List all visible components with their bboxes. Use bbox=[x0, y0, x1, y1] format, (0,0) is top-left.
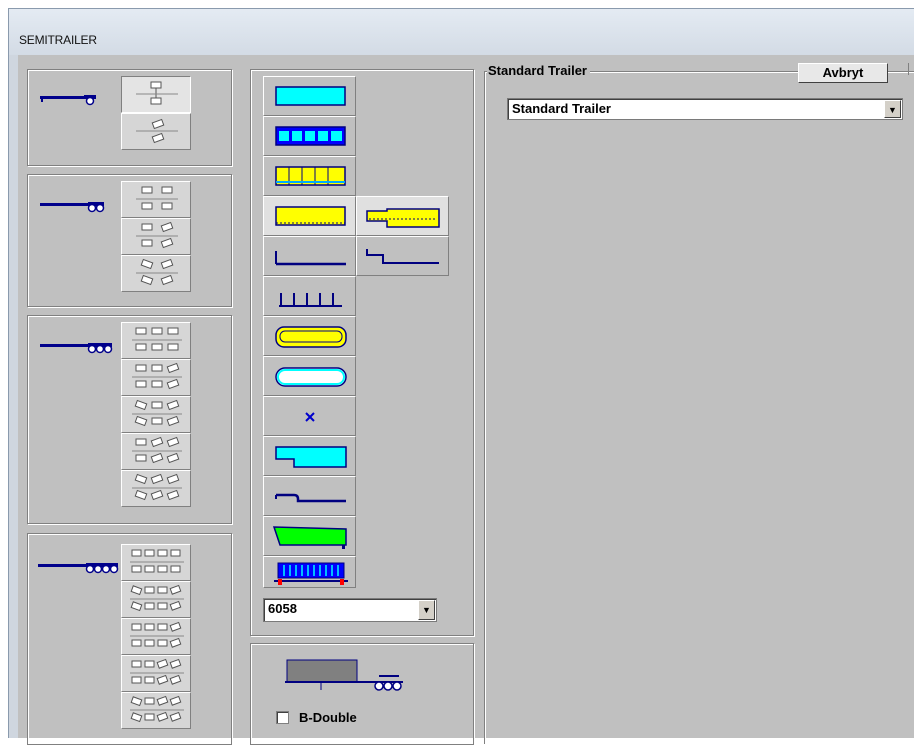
tandem-axle-trailer-icon bbox=[40, 202, 105, 213]
body-drop-deck-dropside-button[interactable] bbox=[356, 196, 449, 236]
axle-group-2 bbox=[27, 174, 232, 307]
axle-config-tri-all-steered[interactable] bbox=[121, 470, 191, 507]
axle-config-quad-rear-steered[interactable] bbox=[121, 618, 191, 655]
quad-axle-trailer-icon bbox=[38, 563, 119, 574]
axle-config-quad-outer-steered[interactable] bbox=[121, 692, 191, 729]
semitrailer-window: SEMITRAILER 6058 ▼ B-Double Standard Tra… bbox=[8, 8, 914, 745]
tri-axle-trailer-icon bbox=[40, 343, 113, 354]
chevron-down-icon[interactable]: ▼ bbox=[884, 100, 901, 118]
body-tank-yellow-button[interactable] bbox=[263, 316, 356, 356]
right-edge-marker bbox=[908, 63, 909, 75]
trailer-type-group-label: Standard Trailer bbox=[487, 63, 590, 78]
axle-config-tri-straight[interactable] bbox=[121, 322, 191, 359]
axle-config-tri-front-steered[interactable] bbox=[121, 396, 191, 433]
axle-config-tandem-straight[interactable] bbox=[121, 181, 191, 218]
axle-config-tandem-all-steered[interactable] bbox=[121, 255, 191, 292]
body-flatbed-button[interactable] bbox=[263, 236, 356, 276]
axle-config-single-steered[interactable] bbox=[121, 113, 191, 150]
client-area: 6058 ▼ B-Double Standard Trailer Avbryt … bbox=[18, 55, 914, 745]
body-type-group: 6058 ▼ bbox=[250, 69, 474, 636]
body-code-select[interactable]: 6058 ▼ bbox=[263, 598, 437, 622]
body-tank-white-button[interactable] bbox=[263, 356, 356, 396]
body-none-button[interactable] bbox=[263, 396, 356, 436]
bdouble-group: B-Double bbox=[250, 643, 474, 745]
body-curtain-side-yellow-button[interactable] bbox=[263, 156, 356, 196]
body-container-skeletal-button[interactable] bbox=[263, 556, 356, 588]
b-double-label: B-Double bbox=[299, 710, 357, 725]
cancel-button[interactable]: Avbryt bbox=[798, 63, 888, 83]
axle-group-4 bbox=[27, 533, 232, 745]
body-box-button[interactable] bbox=[263, 76, 356, 116]
b-double-trailer-icon bbox=[285, 659, 403, 691]
title-bar: SEMITRAILER bbox=[9, 9, 914, 55]
axle-config-quad-straight[interactable] bbox=[121, 544, 191, 581]
axle-config-quad-two-rear-steered[interactable] bbox=[121, 655, 191, 692]
axle-config-quad-front-steered[interactable] bbox=[121, 581, 191, 618]
body-code-value: 6058 bbox=[268, 601, 297, 616]
axle-config-tandem-rear-steered[interactable] bbox=[121, 218, 191, 255]
body-curtain-side-button[interactable] bbox=[263, 116, 356, 156]
axle-config-single-straight[interactable] bbox=[121, 76, 191, 113]
trailer-type-select[interactable]: Standard Trailer ▼ bbox=[507, 98, 903, 120]
body-drop-deck-skeletal-button[interactable] bbox=[263, 476, 356, 516]
trailer-type-group bbox=[484, 71, 914, 744]
chevron-down-icon[interactable]: ▼ bbox=[418, 600, 435, 620]
axle-config-tri-rear-steered[interactable] bbox=[121, 359, 191, 396]
trailer-type-value: Standard Trailer bbox=[512, 101, 611, 116]
axle-group-3 bbox=[27, 315, 232, 524]
body-tipper-button[interactable] bbox=[263, 516, 356, 556]
b-double-checkbox[interactable] bbox=[276, 711, 289, 724]
axle-config-tri-middle-rear-steered[interactable] bbox=[121, 433, 191, 470]
axle-group-1 bbox=[27, 69, 232, 166]
body-dropside-button[interactable] bbox=[263, 196, 356, 236]
body-drop-deck-box-button[interactable] bbox=[263, 436, 356, 476]
body-drop-deck-flatbed-button[interactable] bbox=[356, 236, 449, 276]
window-title: SEMITRAILER bbox=[19, 33, 97, 47]
body-stake-button[interactable] bbox=[263, 276, 356, 316]
single-axle-trailer-icon bbox=[40, 95, 96, 106]
